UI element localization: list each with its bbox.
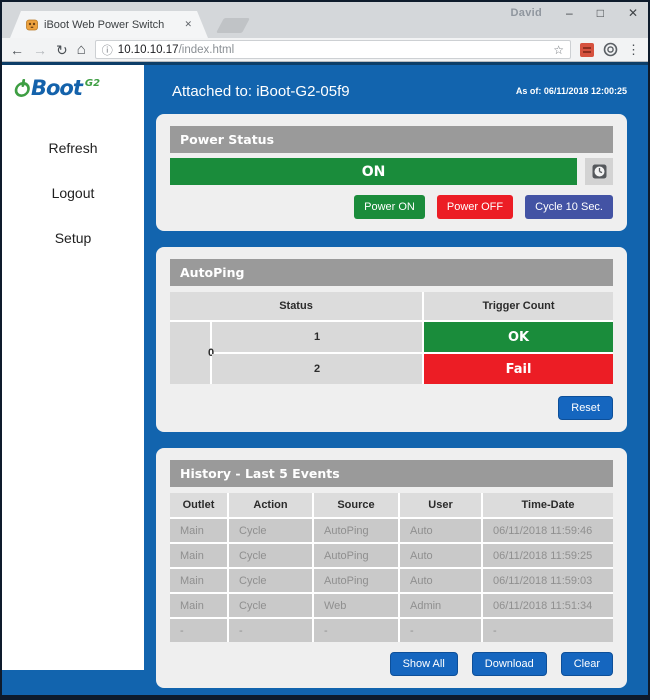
refresh-icon[interactable]: ↻ (56, 43, 68, 57)
history-col-outlet: Outlet (170, 493, 227, 517)
history-header: History - Last 5 Events (170, 460, 613, 487)
browser-toolbar: ← → ↻ ⌂ ⓘ 10.10.10.17/index.html ☆ ⋮ (2, 38, 648, 62)
history-cell: - (400, 619, 481, 642)
logo-text: Boot (31, 78, 82, 98)
new-tab-button[interactable] (216, 18, 250, 33)
autoping-header: AutoPing (170, 259, 613, 286)
history-cell: AutoPing (314, 519, 398, 542)
history-cell: - (314, 619, 398, 642)
history-cell: Cycle (229, 594, 312, 617)
sidebar-item-refresh[interactable]: Refresh (2, 140, 144, 156)
outlet-favicon-icon (26, 19, 38, 31)
history-cell: Admin (400, 594, 481, 617)
address-bar[interactable]: ⓘ 10.10.10.17/index.html ☆ (95, 40, 571, 59)
sidebar-item-logout[interactable]: Logout (2, 185, 144, 201)
browser-tabstrip: iBoot Web Power Switch ✕ David – □ ✕ (2, 2, 648, 38)
window-frame: iBoot Web Power Switch ✕ David – □ ✕ ← →… (0, 0, 650, 700)
clear-button[interactable]: Clear (561, 652, 613, 676)
sidebar-item-setup[interactable]: Setup (2, 230, 144, 246)
history-cell: - (483, 619, 613, 642)
logo-badge: G2 (85, 78, 100, 89)
url-text[interactable]: 10.10.10.17/index.html (118, 44, 548, 56)
as-of-timestamp: As of: 06/11/2018 12:00:25 (516, 86, 627, 96)
autoping-status-2: Fail (424, 354, 613, 384)
main-area: Attached to: iBoot-G2-05f9 As of: 06/11/… (144, 65, 648, 695)
maximize-icon[interactable]: □ (597, 4, 604, 22)
power-off-button[interactable]: Power OFF (437, 195, 513, 219)
history-cell: 06/11/2018 11:59:46 (483, 519, 613, 542)
extension-red-icon[interactable] (580, 43, 594, 57)
autoping-row-number: 1 (212, 322, 422, 352)
sidebar: Boot G2 Refresh Logout Setup (2, 65, 144, 670)
sidebar-nav: Refresh Logout Setup (2, 140, 144, 246)
history-cell: - (170, 619, 227, 642)
history-cell: Auto (400, 519, 481, 542)
history-cell: Cycle (229, 569, 312, 592)
history-cell: Main (170, 519, 227, 542)
page-content: Boot G2 Refresh Logout Setup Attached to… (2, 62, 648, 695)
power-state-indicator: ON (170, 158, 577, 185)
show-all-button[interactable]: Show All (390, 652, 458, 676)
history-col-timedate: Time-Date (483, 493, 613, 517)
back-icon[interactable]: ← (10, 43, 24, 57)
history-col-user: User (400, 493, 481, 517)
autoping-trigger-count-value: 0 (170, 322, 210, 384)
history-cell: AutoPing (314, 544, 398, 567)
autoping-col-status: Status (170, 292, 422, 320)
extension-ring-icon[interactable] (603, 42, 618, 57)
history-cell: 06/11/2018 11:59:25 (483, 544, 613, 567)
download-button[interactable]: Download (472, 652, 547, 676)
tab-title: iBoot Web Power Switch (44, 19, 178, 31)
iboot-logo: Boot G2 (2, 65, 144, 98)
autoping-row-number: 2 (212, 354, 422, 384)
timer-icon (592, 164, 607, 179)
history-cell: - (229, 619, 312, 642)
history-card: History - Last 5 Events Outlet Action So… (156, 448, 627, 688)
url-path: /index.html (179, 44, 235, 56)
history-cell: Cycle (229, 544, 312, 567)
attached-to-title: Attached to: iBoot-G2-05f9 (156, 83, 350, 100)
autoping-col-trigger-count: Trigger Count (424, 292, 613, 320)
autoping-table: Status Trigger Count 1 OK 0 2 Fail (170, 292, 613, 384)
chrome-profile-name[interactable]: David (511, 7, 542, 19)
browser-tab[interactable]: iBoot Web Power Switch ✕ (10, 11, 208, 38)
history-cell: Web (314, 594, 398, 617)
history-cell: Auto (400, 569, 481, 592)
power-logo-icon (13, 78, 33, 98)
autoping-status-1: OK (424, 322, 613, 352)
chrome-menu-icon[interactable]: ⋮ (627, 42, 640, 58)
minimize-icon[interactable]: – (566, 4, 573, 22)
forward-icon[interactable]: → (33, 43, 47, 57)
browser-window: iBoot Web Power Switch ✕ David – □ ✕ ← →… (2, 2, 648, 695)
url-host: 10.10.10.17 (118, 44, 179, 56)
page-footer: © 2018 Dataprobe Inc. iBoot-G2 Ver:1.51.… (156, 688, 627, 695)
tab-close-icon[interactable]: ✕ (184, 19, 192, 30)
history-col-action: Action (229, 493, 312, 517)
history-table: Outlet Action Source User Time-Date Main… (170, 493, 613, 642)
bookmark-star-icon[interactable]: ☆ (553, 43, 564, 57)
power-status-card: Power Status ON Power ON Power OFF (156, 114, 627, 231)
power-status-header: Power Status (170, 126, 613, 153)
history-cell: Main (170, 544, 227, 567)
history-cell: 06/11/2018 11:59:03 (483, 569, 613, 592)
history-cell: Main (170, 569, 227, 592)
autoping-card: AutoPing Status Trigger Count 1 OK 0 2 F… (156, 247, 627, 432)
cycle-button[interactable]: Cycle 10 Sec. (525, 195, 613, 219)
close-icon[interactable]: ✕ (628, 4, 638, 22)
power-on-button[interactable]: Power ON (354, 195, 425, 219)
timer-lock-button[interactable] (585, 158, 613, 185)
history-cell: Main (170, 594, 227, 617)
history-cell: AutoPing (314, 569, 398, 592)
history-cell: 06/11/2018 11:51:34 (483, 594, 613, 617)
page-info-icon[interactable]: ⓘ (102, 42, 113, 58)
history-col-source: Source (314, 493, 398, 517)
history-cell: Cycle (229, 519, 312, 542)
reset-button[interactable]: Reset (558, 396, 613, 420)
history-cell: Auto (400, 544, 481, 567)
home-icon[interactable]: ⌂ (77, 42, 86, 57)
